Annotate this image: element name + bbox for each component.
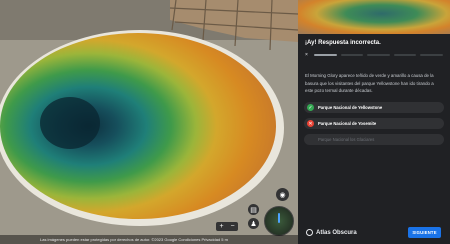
next-button[interactable]: SIGUIENTE [408, 227, 441, 238]
result-title: ¡Ay! Respuesta incorrecta. [305, 40, 381, 46]
progress-step [340, 54, 364, 56]
zoom-in-button[interactable]: + [219, 222, 223, 231]
answer-option-yosemite[interactable]: ✕ Parque Nacional de Yosemite [304, 118, 444, 129]
compass-icon[interactable]: ◉ [276, 188, 289, 201]
minimap[interactable] [264, 206, 294, 236]
answer-option-yellowstone[interactable]: ✓ Parque Nacional de Yellowstone [304, 102, 444, 113]
empty-radio-icon [307, 136, 314, 143]
progress-step [393, 54, 417, 56]
close-icon: ✕ [307, 120, 314, 127]
progress-stepper: × [305, 52, 443, 58]
brand-name: Atlas Obscura [316, 229, 357, 236]
answer-label: Parque Nacional los Glaciares [318, 137, 375, 142]
location-thumbnail [298, 0, 450, 34]
answer-label: Parque Nacional de Yellowstone [318, 105, 383, 110]
progress-step [367, 54, 390, 56]
layers-icon[interactable]: ▤ [248, 204, 259, 215]
street-view-panorama[interactable]: ◉ ▤ ♟ + − Las imágenes pueden estar prot… [0, 0, 298, 244]
atlas-obscura-icon [306, 229, 313, 236]
pegman-icon[interactable]: ♟ [248, 218, 259, 229]
explanation-text: El Morning Glory aparece teñido de verde… [305, 73, 434, 94]
brand-logo: Atlas Obscura [306, 229, 357, 236]
quiz-panel: ¡Ay! Respuesta incorrecta. × El Morning … [298, 0, 450, 244]
zoom-out-button[interactable]: − [230, 222, 234, 231]
map-attribution: Las imágenes pueden estar protegidas por… [0, 235, 298, 244]
close-icon[interactable]: × [305, 52, 310, 58]
answer-option-glaciares[interactable]: Parque Nacional los Glaciares [304, 134, 444, 145]
check-icon: ✓ [307, 104, 314, 111]
answer-label: Parque Nacional de Yosemite [318, 121, 377, 126]
zoom-control[interactable]: + − [216, 222, 238, 231]
progress-step [420, 54, 443, 56]
progress-step [314, 54, 337, 56]
